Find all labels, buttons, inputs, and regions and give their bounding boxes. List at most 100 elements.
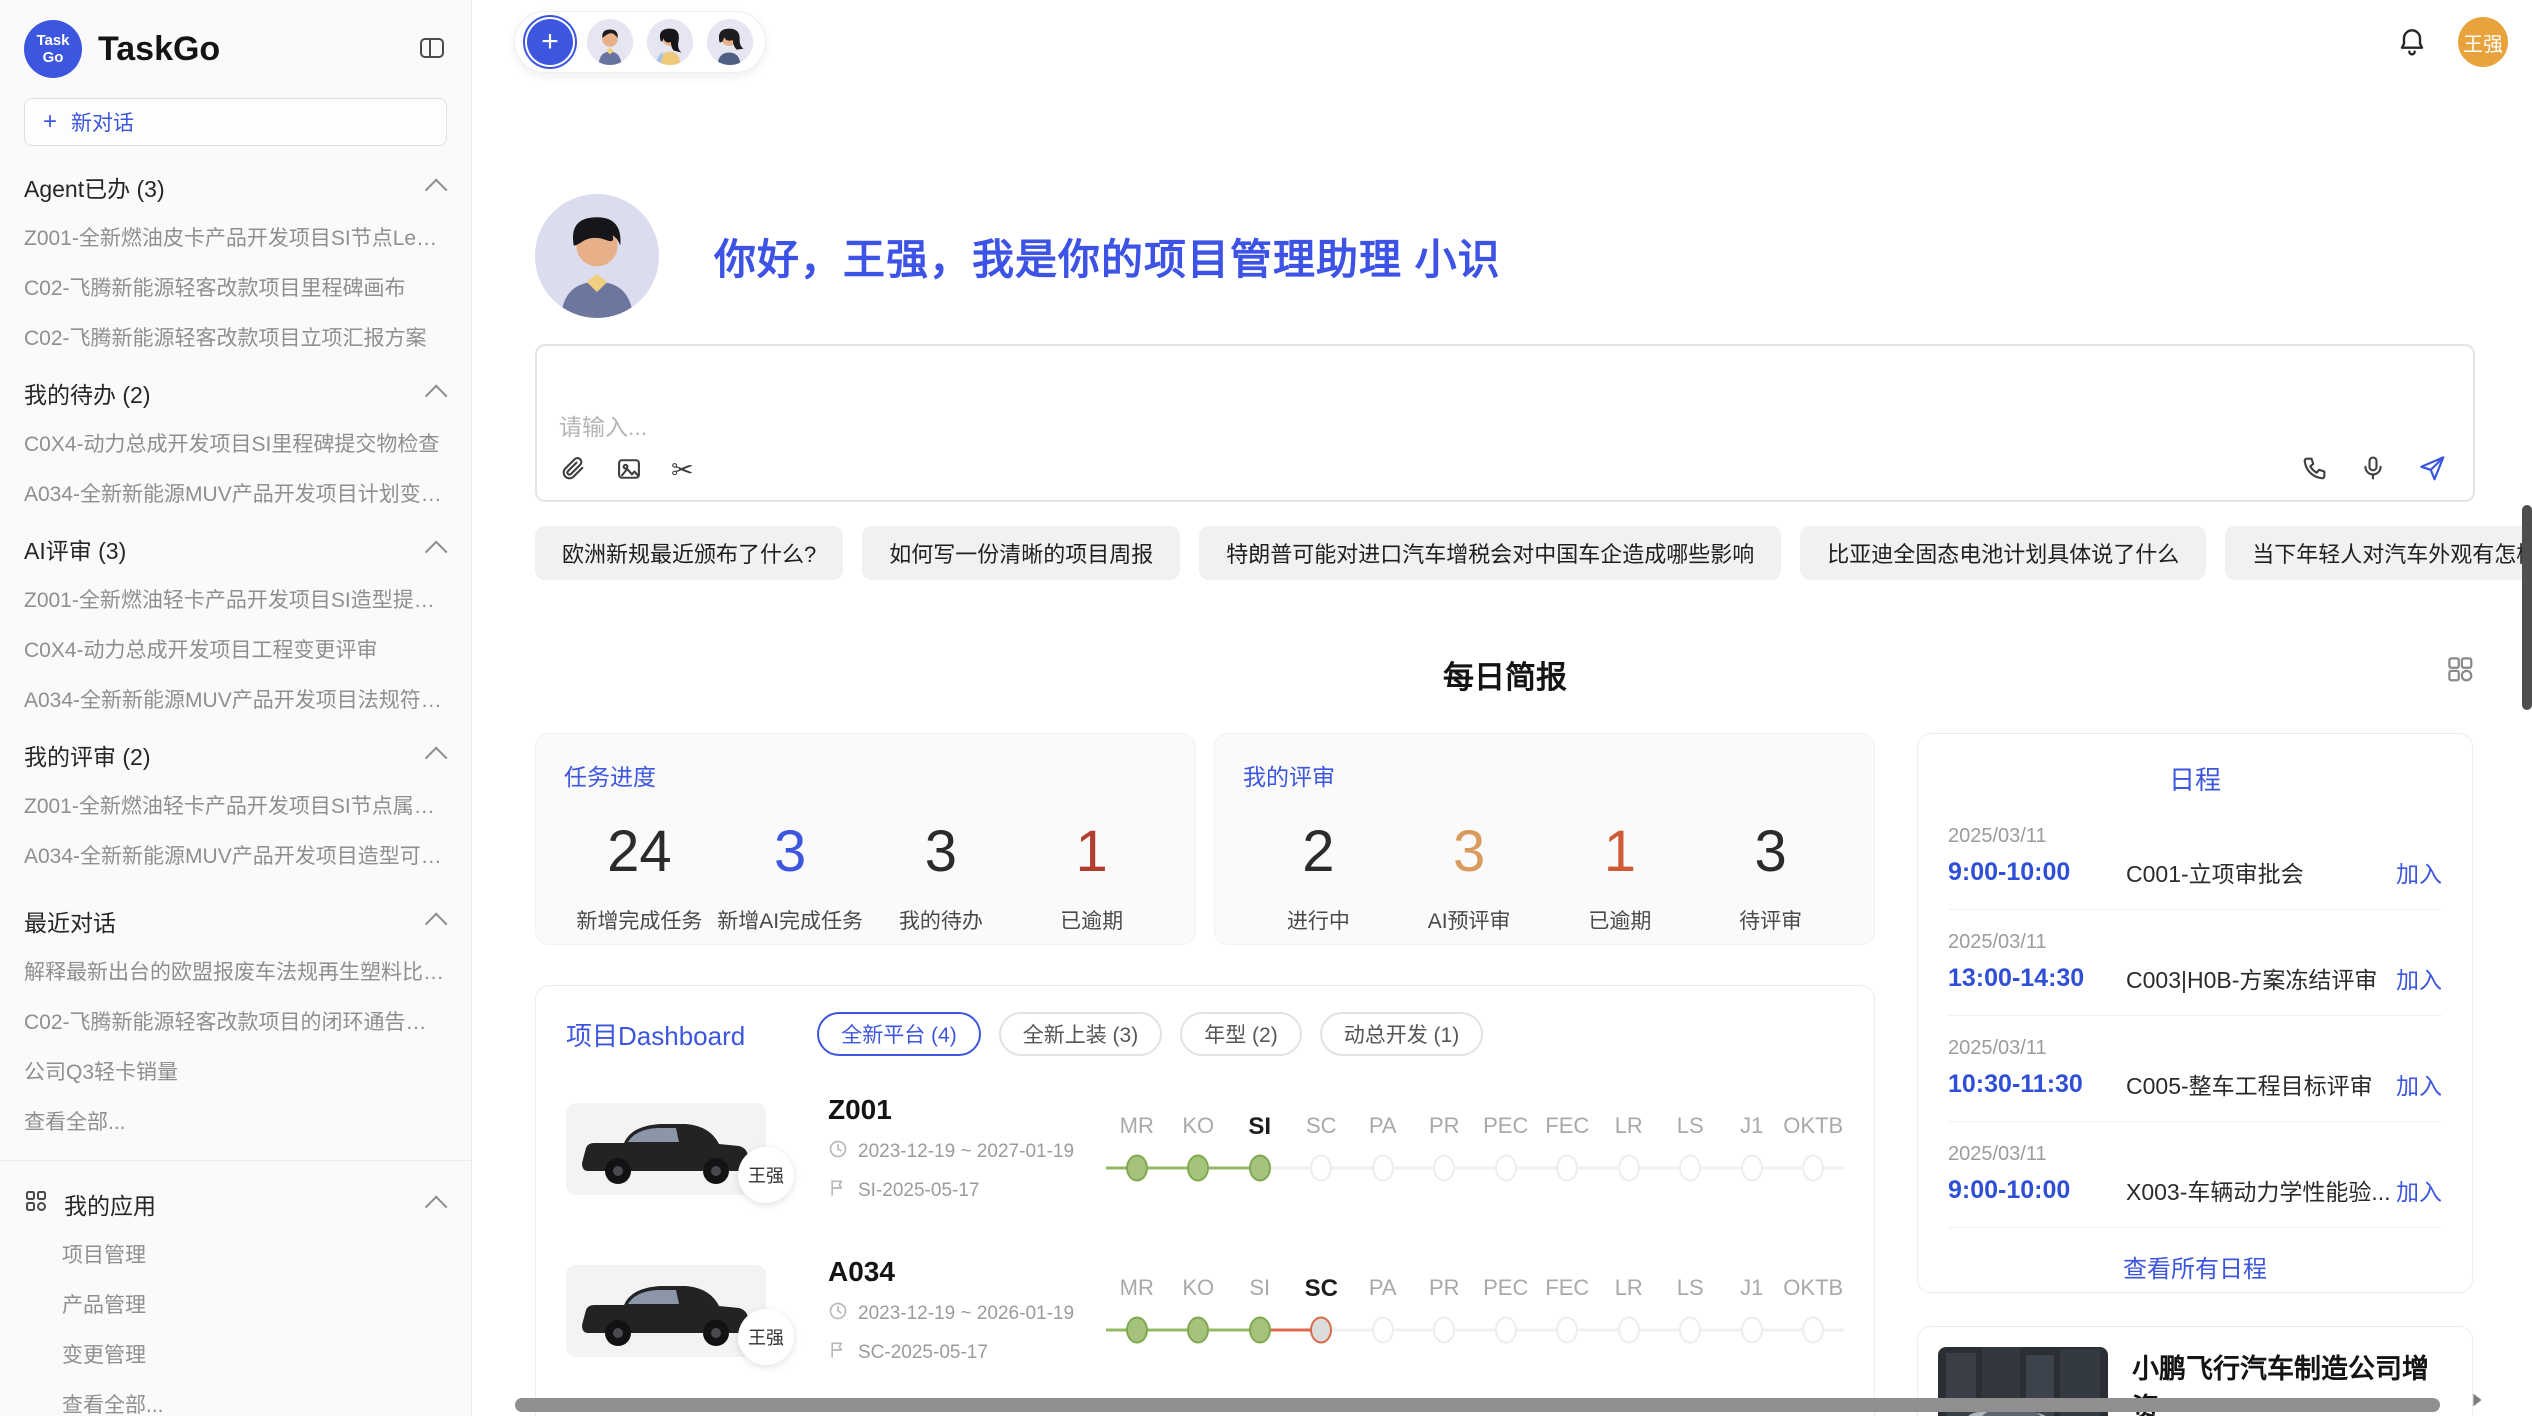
milestone-dot (1187, 1155, 1209, 1182)
view-all-chats[interactable]: 查看全部... (24, 1096, 447, 1146)
stat-value: 3 (866, 818, 1017, 885)
list-item[interactable]: Z001-全新燃油轻卡产品开发项目SI造型提交物评审 (24, 574, 447, 624)
horizontal-scrollbar[interactable] (515, 1398, 2440, 1412)
plus-icon: + (43, 110, 57, 134)
filter-pill[interactable]: 全新平台 (4) (817, 1012, 981, 1056)
dashboard-filters: 全新平台 (4) 全新上装 (3) 年型 (2) 动总开发 (1) (817, 1012, 1483, 1056)
milestone-dot (1679, 1317, 1701, 1344)
layout-grid-button[interactable] (2445, 654, 2475, 687)
schedule-card: 日程 2025/03/11 9:00-10:00 C001-立项审批会 加入 (1917, 733, 2473, 1293)
suggestion-chip[interactable]: 特朗普可能对进口汽车增税会对中国车企造成哪些影响 (1199, 526, 1781, 580)
attach-button[interactable] (559, 455, 587, 486)
chevron-up-icon (425, 747, 448, 770)
sidebar-item-project-mgmt[interactable]: 项目管理 (24, 1229, 447, 1279)
insert-image-button[interactable] (615, 455, 643, 486)
filter-pill[interactable]: 动总开发 (1) (1320, 1012, 1484, 1056)
milestone-dot (1556, 1155, 1578, 1182)
topbar: + 王强 (472, 0, 2532, 76)
section-ai-review[interactable]: AI评审 (3) (24, 518, 447, 574)
list-item[interactable]: C02-飞腾新能源轻客改款项目里程碑画布 (24, 262, 447, 312)
milestone-label: OKTB (1783, 1275, 1845, 1303)
filter-pill[interactable]: 全新上装 (3) (999, 1012, 1163, 1056)
view-all-schedule-link[interactable]: 查看所有日程 (1948, 1249, 2442, 1284)
new-chat-button[interactable]: + 新对话 (24, 98, 447, 146)
list-item[interactable]: Z001-全新燃油皮卡产品开发项目SI节点Lesson Learn报告 (24, 212, 447, 262)
project-row[interactable]: 王强 A034 2023-12-19 ~ 2026-01-19 (566, 1256, 1844, 1366)
section-recent-chats[interactable]: 最近对话 (24, 890, 447, 946)
section-agent-done[interactable]: Agent已办 (3) (24, 156, 447, 212)
clock-icon (828, 1139, 848, 1165)
send-button[interactable] (2417, 453, 2447, 486)
milestone-dot (1618, 1155, 1640, 1182)
list-item[interactable]: A034-全新新能源MUV产品开发项目造型可行性评审 (24, 830, 447, 880)
add-agent-button[interactable]: + (527, 19, 573, 65)
schedule-name: C005-整车工程目标评审 (2126, 1067, 2396, 1101)
user-avatar[interactable]: 王强 (2458, 17, 2508, 67)
sidebar-item-product-mgmt[interactable]: 产品管理 (24, 1279, 447, 1329)
schedule-date: 2025/03/11 (1948, 1143, 2442, 1166)
microphone-button[interactable] (2359, 454, 2387, 485)
join-link[interactable]: 加入 (2396, 855, 2442, 889)
section-my-todo[interactable]: 我的待办 (2) (24, 362, 447, 418)
list-item[interactable]: C0X4-动力总成开发项目工程变更评审 (24, 624, 447, 674)
list-item[interactable]: C02-飞腾新能源轻客改款项目立项汇报方案 (24, 312, 447, 362)
list-item[interactable]: 公司Q3轻卡销量 (24, 1046, 447, 1096)
voice-call-button[interactable] (2301, 454, 2329, 485)
sidebar-item-change-mgmt[interactable]: 变更管理 (24, 1329, 447, 1379)
milestone-dot (1433, 1317, 1455, 1344)
suggestion-chip[interactable]: 如何写一份清晰的项目周报 (862, 526, 1180, 580)
agent-avatar[interactable] (647, 19, 693, 65)
stat-label: 已逾期 (1016, 905, 1167, 935)
screenshot-button[interactable]: ✂ (671, 455, 694, 486)
sidebar-collapse-button[interactable] (417, 33, 447, 66)
card-title: 我的评审 (1243, 758, 1846, 792)
divider (1948, 909, 2442, 910)
schedule-item: 2025/03/11 13:00-14:30 C003|H0B-方案冻结评审 加… (1948, 931, 2442, 1016)
stats-row: 任务进度 24新增完成任务 3新增AI完成任务 3我的待办 1已逾期 我的评审 (535, 733, 1875, 945)
stat-value: 3 (1394, 818, 1545, 885)
suggestion-chip[interactable]: 比亚迪全固态电池计划具体说了什么 (1800, 526, 2206, 580)
schedule-time: 13:00-14:30 (1948, 964, 2126, 993)
stat-label: 已逾期 (1545, 905, 1696, 935)
project-dates: 2023-12-19 ~ 2026-01-19 (858, 1303, 1074, 1325)
vertical-scrollbar[interactable] (2522, 505, 2532, 710)
agent-avatar[interactable] (707, 19, 753, 65)
view-all-apps[interactable]: 查看全部... (24, 1379, 447, 1416)
grid-icon (2445, 654, 2475, 687)
schedule-item: 2025/03/11 10:30-11:30 C005-整车工程目标评审 加入 (1948, 1037, 2442, 1122)
agent-avatar[interactable] (587, 19, 633, 65)
sidebar-item-my-apps[interactable]: 我的应用 (24, 1175, 447, 1229)
chevron-up-icon (425, 1196, 448, 1219)
milestone-label: SC (1291, 1275, 1353, 1303)
filter-pill[interactable]: 年型 (2) (1180, 1012, 1302, 1056)
chat-input-card[interactable]: 请输入... ✂ (535, 344, 2475, 502)
scroll-right-arrow[interactable] (2466, 1389, 2488, 1416)
milestone-label: OKTB (1783, 1113, 1845, 1141)
stat-label: AI预评审 (1394, 905, 1545, 935)
milestone-label: LS (1660, 1275, 1722, 1303)
notification-button[interactable] (2396, 25, 2428, 60)
my-review-card: 我的评审 2进行中 3AI预评审 1已逾期 3待评审 (1214, 733, 1875, 945)
list-item[interactable]: 解释最新出台的欧盟报废车法规再生塑料比例被调至15%... (24, 946, 447, 996)
list-item[interactable]: A034-全新新能源MUV产品开发项目计划变更表编写 (24, 468, 447, 518)
suggestion-chip[interactable]: 当下年轻人对汽车外观有怎样的喜好趋势 (2225, 526, 2532, 580)
list-item[interactable]: C02-飞腾新能源轻客改款项目的闭环通告反馈情况 (24, 996, 447, 1046)
flag-icon (828, 1340, 848, 1366)
join-link[interactable]: 加入 (2396, 961, 2442, 995)
image-icon (615, 455, 643, 486)
project-code: Z001 (828, 1094, 1080, 1126)
sidebar: Task Go TaskGo + 新对话 Agent已办 (3) Z001-全新… (0, 0, 472, 1416)
list-item[interactable]: C0X4-动力总成开发项目SI里程碑提交物检查 (24, 418, 447, 468)
project-row[interactable]: 王强 Z001 2023-12-19 ~ 2027-01-19 (566, 1094, 1844, 1204)
milestone-label: J1 (1721, 1275, 1783, 1303)
schedule-date: 2025/03/11 (1948, 825, 2442, 848)
list-item[interactable]: Z001-全新燃油轻卡产品开发项目SI节点属性5D文件评审 (24, 780, 447, 830)
list-item[interactable]: A034-全新新能源MUV产品开发项目法规符合性评审 (24, 674, 447, 724)
suggestion-chip[interactable]: 欧洲新规最近颁布了什么? (535, 526, 843, 580)
stat-value: 3 (1695, 818, 1846, 885)
join-link[interactable]: 加入 (2396, 1173, 2442, 1207)
milestone-label: PA (1352, 1275, 1414, 1303)
section-my-review[interactable]: 我的评审 (2) (24, 724, 447, 780)
milestone-dot (1495, 1317, 1517, 1344)
join-link[interactable]: 加入 (2396, 1067, 2442, 1101)
